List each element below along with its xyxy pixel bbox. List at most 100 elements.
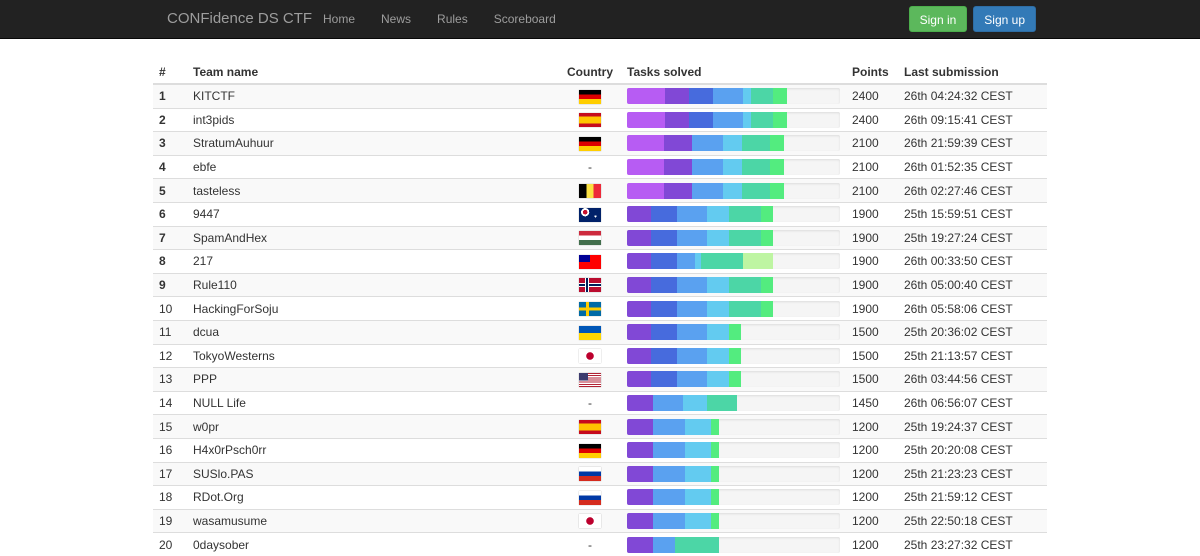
team-name-cell[interactable]: RDot.Org [187, 485, 559, 510]
task-segment-purple[interactable] [665, 88, 689, 105]
task-segment-cyan[interactable] [685, 442, 711, 459]
task-segment-purple[interactable] [627, 395, 653, 412]
team-name-cell[interactable]: tasteless [187, 178, 559, 203]
task-segment-green[interactable] [761, 206, 773, 223]
team-name-cell[interactable]: TokyoWesterns [187, 343, 559, 368]
task-segment-teal[interactable] [701, 253, 743, 270]
task-segment-skyblue[interactable] [653, 489, 685, 506]
team-name-cell[interactable]: w0pr [187, 414, 559, 439]
task-segment-cyan[interactable] [707, 300, 729, 317]
task-segment-green[interactable] [729, 347, 741, 364]
task-segment-skyblue[interactable] [653, 442, 685, 459]
task-segment-cyan[interactable] [743, 88, 751, 105]
task-segment-cyan[interactable] [723, 135, 742, 152]
task-segment-cyan[interactable] [685, 418, 711, 435]
task-segment-teal[interactable] [742, 135, 770, 152]
task-segment-violet[interactable] [627, 88, 665, 105]
task-segment-purple[interactable] [627, 253, 651, 270]
task-segment-skyblue[interactable] [677, 253, 695, 270]
task-segment-cyan[interactable] [707, 347, 729, 364]
task-segment-green[interactable] [770, 135, 784, 152]
task-segment-green[interactable] [770, 182, 784, 199]
nav-rules[interactable]: Rules [424, 0, 481, 38]
task-segment-green[interactable] [773, 111, 787, 128]
team-name-cell[interactable]: NULL Life [187, 390, 559, 415]
task-segment-green[interactable] [770, 159, 784, 176]
team-name-cell[interactable]: StratumAuhuur [187, 131, 559, 156]
task-segment-teal[interactable] [707, 395, 737, 412]
task-segment-skyblue[interactable] [713, 88, 743, 105]
task-segment-blue[interactable] [651, 253, 677, 270]
task-segment-cyan[interactable] [707, 371, 729, 388]
task-segment-cyan[interactable] [707, 229, 729, 246]
task-segment-green[interactable] [729, 324, 741, 341]
team-name-cell[interactable]: wasamusume [187, 508, 559, 533]
task-segment-teal[interactable] [729, 206, 761, 223]
task-segment-skyblue[interactable] [653, 418, 685, 435]
task-segment-skyblue[interactable] [713, 111, 743, 128]
task-segment-purple[interactable] [664, 159, 692, 176]
task-segment-cyan[interactable] [685, 465, 711, 482]
task-segment-cyan[interactable] [707, 277, 729, 294]
task-segment-green[interactable] [761, 229, 773, 246]
task-segment-teal[interactable] [675, 536, 719, 553]
team-name-cell[interactable]: KITCTF [187, 83, 559, 109]
task-segment-blue[interactable] [689, 111, 713, 128]
sign-up-button[interactable]: Sign up [973, 6, 1036, 32]
task-segment-blue[interactable] [651, 347, 677, 364]
team-name-cell[interactable]: SpamAndHex [187, 225, 559, 250]
nav-home[interactable]: Home [310, 0, 368, 38]
task-segment-purple[interactable] [664, 182, 692, 199]
task-segment-blue[interactable] [689, 88, 713, 105]
task-segment-skyblue[interactable] [692, 159, 723, 176]
team-name-cell[interactable]: Rule110 [187, 272, 559, 297]
brand-link[interactable]: CONFidence DS CTF [167, 0, 312, 38]
task-segment-teal[interactable] [751, 111, 773, 128]
team-name-cell[interactable]: PPP [187, 367, 559, 392]
task-segment-purple[interactable] [627, 324, 651, 341]
task-segment-purple[interactable] [627, 206, 651, 223]
task-segment-cyan[interactable] [723, 159, 742, 176]
task-segment-blue[interactable] [651, 324, 677, 341]
task-segment-blue[interactable] [651, 371, 677, 388]
sign-in-button[interactable]: Sign in [908, 6, 968, 32]
task-segment-violet[interactable] [627, 135, 664, 152]
task-segment-teal[interactable] [729, 277, 761, 294]
task-segment-purple[interactable] [627, 536, 653, 553]
task-segment-purple[interactable] [627, 465, 653, 482]
task-segment-lightgreen[interactable] [743, 253, 773, 270]
team-name-cell[interactable]: ebfe [187, 154, 559, 179]
task-segment-skyblue[interactable] [653, 536, 675, 553]
task-segment-purple[interactable] [627, 371, 651, 388]
task-segment-blue[interactable] [651, 229, 677, 246]
task-segment-blue[interactable] [651, 206, 677, 223]
task-segment-green[interactable] [711, 442, 719, 459]
task-segment-skyblue[interactable] [692, 135, 723, 152]
task-segment-blue[interactable] [651, 277, 677, 294]
task-segment-violet[interactable] [627, 182, 664, 199]
task-segment-green[interactable] [761, 300, 773, 317]
task-segment-skyblue[interactable] [677, 324, 707, 341]
task-segment-purple[interactable] [627, 418, 653, 435]
task-segment-purple[interactable] [627, 277, 651, 294]
task-segment-purple[interactable] [664, 135, 692, 152]
task-segment-teal[interactable] [742, 159, 770, 176]
task-segment-green[interactable] [773, 88, 787, 105]
team-name-cell[interactable]: 9447 [187, 201, 559, 227]
task-segment-skyblue[interactable] [653, 395, 683, 412]
team-name-cell[interactable]: H4x0rPsch0rr [187, 437, 559, 462]
task-segment-purple[interactable] [627, 442, 653, 459]
task-segment-skyblue[interactable] [677, 277, 707, 294]
team-name-cell[interactable]: int3pids [187, 107, 559, 132]
task-segment-cyan[interactable] [685, 512, 711, 529]
task-segment-green[interactable] [729, 371, 741, 388]
task-segment-skyblue[interactable] [653, 512, 685, 529]
team-name-cell[interactable]: dcua [187, 319, 559, 345]
task-segment-green[interactable] [711, 418, 719, 435]
task-segment-purple[interactable] [627, 300, 651, 317]
task-segment-teal[interactable] [751, 88, 773, 105]
nav-scoreboard[interactable]: Scoreboard [481, 0, 569, 38]
task-segment-purple[interactable] [627, 489, 653, 506]
task-segment-teal[interactable] [729, 229, 761, 246]
task-segment-purple[interactable] [665, 111, 689, 128]
